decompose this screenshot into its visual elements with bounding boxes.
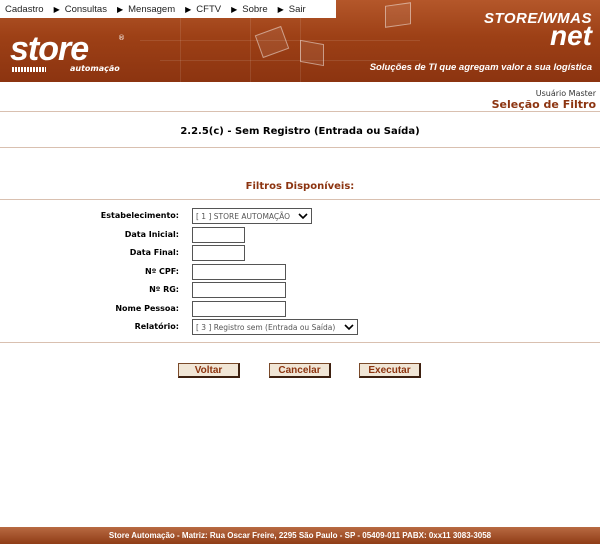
form-row-relatorio: Relatório: [ 3 ] Registro sem (Entrada o… [0,319,600,337]
form-row-cpf: Nº CPF: [0,264,600,282]
form-row-estabelecimento: Estabelecimento: [ 1 ] STORE AUTOMAÇÃO [0,208,600,226]
menu-item-label: Consultas [64,3,107,15]
form-row-rg: Nº RG: [0,282,600,300]
menu-item-cftv[interactable]: CFTV ▶ [191,4,237,15]
rg-label: Nº RG: [149,285,179,294]
menu-item-sobre[interactable]: Sobre ▶ [237,4,284,15]
menu-item-label: Sobre [242,3,268,15]
form-row-data-inicial: Data Inicial: [0,227,600,245]
data-final-input[interactable] [192,245,245,261]
data-inicial-label: Data Inicial: [124,230,179,239]
divider [0,199,600,200]
chevron-down-icon [343,321,355,333]
logo-subtitle: automação [70,64,120,73]
chevron-down-icon [297,210,309,222]
rg-input[interactable] [192,282,286,298]
relatorio-select[interactable]: [ 3 ] Registro sem (Entrada ou Saída) [192,319,358,335]
tagline: Soluções de TI que agregam valor a sua l… [369,62,592,73]
logo-stripes-graphic [12,67,46,72]
user-name: Usuário Master [535,89,596,98]
menu-item-sair[interactable]: Sair [284,4,306,15]
data-inicial-input[interactable] [192,227,245,243]
brand-suffix: net [550,20,592,51]
cpf-label: Nº CPF: [145,267,179,276]
filters-title: Filtros Disponíveis: [245,181,355,192]
page-title: 2.2.5(c) - Sem Registro (Entrada ou Saíd… [180,126,420,137]
menu-item-label: Mensagem [128,3,176,15]
menu-item-label: Sair [288,3,306,15]
menu-item-cadastro[interactable]: Cadastro ▶ [0,4,60,15]
data-final-label: Data Final: [129,248,179,257]
nome-pessoa-input[interactable] [192,301,286,317]
form-row-nome-pessoa: Nome Pessoa: [0,301,600,319]
divider [0,342,600,343]
form-row-data-final: Data Final: [0,245,600,263]
menu-item-consultas[interactable]: Consultas ▶ [60,4,123,15]
estabelecimento-label: Estabelecimento: [100,211,179,220]
divider [0,147,600,148]
top-menu-bar: Cadastro ▶ Consultas ▶ Mensagem ▶ CFTV ▶… [0,0,336,18]
estabelecimento-select[interactable]: [ 1 ] STORE AUTOMAÇÃO [192,208,312,224]
user-area: Usuário Master Seleção de Filtro [492,89,596,111]
banner-cube-graphic [300,39,324,67]
voltar-button[interactable]: Voltar [178,363,240,378]
divider [0,111,600,112]
menu-item-label: CFTV [196,3,222,15]
relatorio-label: Relatório: [134,322,179,331]
nome-pessoa-label: Nome Pessoa: [115,304,179,313]
header-banner: Cadastro ▶ Consultas ▶ Mensagem ▶ CFTV ▶… [0,0,600,82]
menu-item-mensagem[interactable]: Mensagem ▶ [123,4,191,15]
menu-item-label: Cadastro [5,3,44,15]
executar-button[interactable]: Executar [359,363,421,378]
section-title: Seleção de Filtro [491,98,596,111]
cpf-input[interactable] [192,264,286,280]
banner-cube-graphic [385,2,411,28]
cancelar-button[interactable]: Cancelar [269,363,331,378]
product-brand: STORE/WMAS net [484,10,592,51]
logo-registered-mark: ® [118,34,125,42]
banner-grid-line [160,60,420,61]
footer: Store Automação - Matriz: Rua Oscar Frei… [0,527,600,544]
estabelecimento-selected-value: [ 1 ] STORE AUTOMAÇÃO [196,211,291,221]
banner-cube-graphic [254,25,290,59]
relatorio-selected-value: [ 3 ] Registro sem (Entrada ou Saída) [196,322,336,332]
store-logo: store ® automação [10,30,126,76]
